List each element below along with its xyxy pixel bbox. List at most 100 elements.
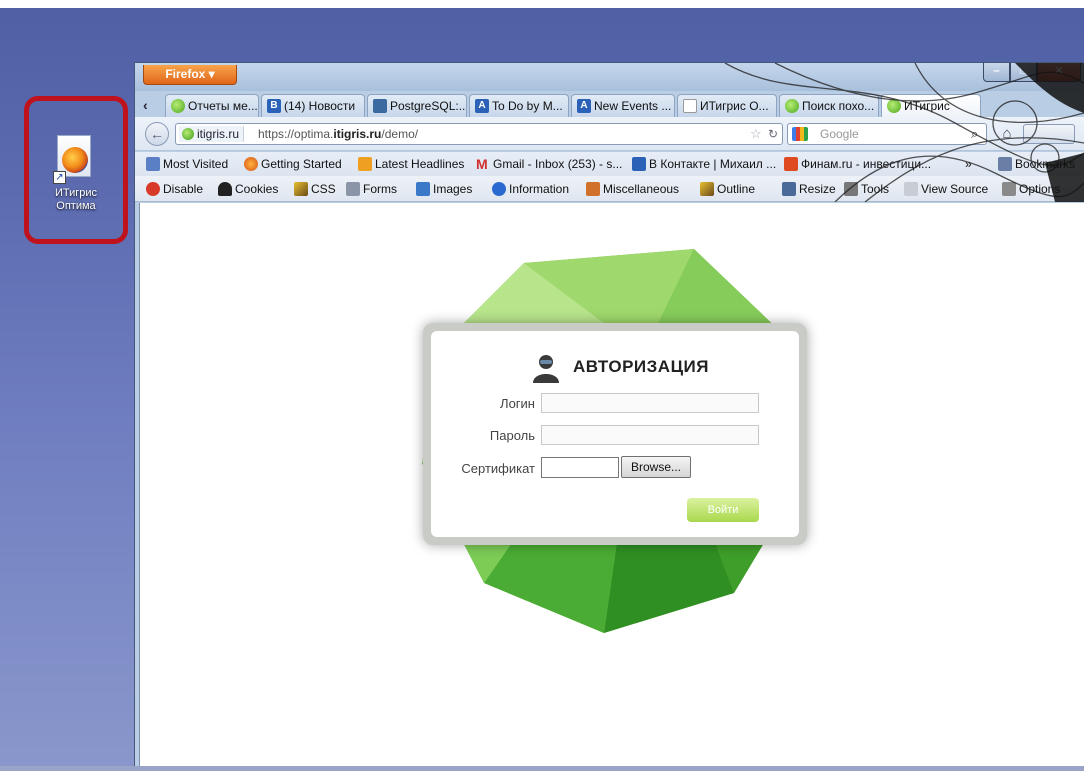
disable-icon — [146, 182, 160, 196]
address-bar[interactable]: itigris.ru https://optima.itigris.ru/dem… — [175, 123, 783, 145]
bookmark-label: Most Visited — [163, 157, 229, 171]
tab-itigris-optima[interactable]: ИТигрис О... — [677, 94, 777, 117]
page-content: АВТОРИЗАЦИЯ Логин Пароль Сертификат Brow… — [139, 203, 1084, 769]
page-icon — [904, 182, 918, 196]
dev-css[interactable]: CSS — [293, 176, 336, 202]
dev-disable[interactable]: Disable — [145, 176, 203, 202]
dev-label: Images — [433, 182, 473, 196]
dev-label: View Source — [921, 182, 989, 196]
resize-icon — [782, 182, 796, 196]
bookmark-most-visited[interactable]: Most Visited — [145, 152, 228, 176]
tab-label: To Do by M... — [492, 99, 563, 113]
dev-view-source[interactable]: View Source — [903, 176, 988, 202]
site-identity[interactable]: itigris.ru — [179, 126, 245, 142]
close-button[interactable]: ✕ — [1037, 63, 1081, 82]
password-input[interactable] — [541, 425, 759, 445]
tab-reports[interactable]: Отчеты ме... — [165, 94, 259, 117]
tab-label: Отчеты ме... — [188, 99, 258, 113]
search-bar[interactable]: Google ⌕ — [787, 123, 987, 145]
shortcut-arrow-icon: ↗ — [53, 171, 66, 184]
tab-label: ИТигрис — [904, 99, 950, 113]
tab-search[interactable]: Поиск похо... — [779, 94, 879, 117]
bookmark-label: В Контакте | Михаил ... — [649, 157, 777, 171]
browse-button[interactable]: Browse... — [621, 456, 691, 478]
url-suffix: /demo/ — [381, 127, 419, 141]
info-icon — [492, 182, 506, 196]
bookmark-label: Bookmarks — [1015, 157, 1076, 171]
bookmark-latest-headlines[interactable]: Latest Headlines — [357, 152, 464, 176]
password-label: Пароль — [489, 428, 535, 443]
screen-bottom-edge — [0, 766, 1084, 771]
tab-itigris-active[interactable]: ИТигрис — [881, 94, 981, 117]
home-icon[interactable]: ⌂ — [997, 125, 1017, 143]
dev-label: Options — [1019, 182, 1061, 196]
firefox-icon — [244, 157, 258, 171]
bookmark-label: Latest Headlines — [375, 157, 465, 171]
dev-label: Miscellaneous — [603, 182, 680, 196]
back-button[interactable]: ← — [145, 122, 169, 146]
search-icon[interactable]: ⌕ — [971, 124, 978, 144]
dev-label: Disable — [163, 182, 204, 196]
chevron-icon: » — [965, 157, 972, 171]
tab-label: Поиск похо... — [802, 99, 875, 113]
bookmarks-toolbar: Most Visited Getting Started Latest Head… — [135, 152, 1084, 176]
firefox-menu-button[interactable]: Firefox ▾ — [143, 65, 237, 85]
rss-icon — [358, 157, 372, 171]
certificate-label: Сертификат — [461, 461, 535, 476]
dev-outline[interactable]: Outline — [699, 176, 755, 202]
forms-icon — [346, 182, 360, 196]
dev-information[interactable]: Information — [491, 176, 569, 202]
dev-resize[interactable]: Resize — [781, 176, 836, 202]
dev-forms[interactable]: Forms — [345, 176, 397, 202]
search-placeholder: Google — [820, 127, 859, 141]
tab-new-events[interactable]: A New Events ... — [571, 94, 675, 117]
green-globe-icon — [785, 99, 799, 113]
bookmark-gmail[interactable]: M Gmail - Inbox (253) - s... — [475, 152, 622, 176]
bookmark-finam[interactable]: Финам.ru - инвестици... — [783, 152, 931, 176]
bookmarks-menu-button[interactable]: Bookmarks — [997, 152, 1075, 176]
extra-toolbar-button[interactable] — [1023, 124, 1075, 144]
tab-vk-news[interactable]: B (14) Новости — [261, 94, 365, 117]
green-globe-icon — [887, 99, 901, 113]
bookmark-getting-started[interactable]: Getting Started — [243, 152, 342, 176]
bookmark-vkontakte[interactable]: В Контакте | Михаил ... — [631, 152, 776, 176]
certificate-file-input[interactable] — [541, 457, 619, 478]
dev-label: Tools — [861, 182, 890, 196]
tab-todo[interactable]: A To Do by M... — [469, 94, 569, 117]
dev-label: Resize — [799, 182, 836, 196]
blank-page-icon — [683, 99, 697, 113]
dev-miscellaneous[interactable]: Miscellaneous — [585, 176, 679, 202]
tab-label: New Events ... — [594, 99, 672, 113]
url-text: https://optima.itigris.ru/demo/ — [258, 124, 418, 144]
reload-icon[interactable]: ↻ — [768, 124, 778, 144]
desktop-shortcut-highlight[interactable]: ↗ ИТигрис Оптима — [24, 96, 128, 244]
login-title: АВТОРИЗАЦИЯ — [573, 357, 709, 376]
navigation-bar: ← itigris.ru https://optima.itigris.ru/d… — [135, 117, 1084, 151]
dev-images[interactable]: Images — [415, 176, 472, 202]
login-submit-button[interactable]: Войти — [687, 498, 759, 522]
bookmarks-overflow-chevron[interactable]: » — [965, 152, 972, 176]
url-prefix: https://optima. — [258, 127, 334, 141]
tab-scroll-left-icon[interactable]: ‹ — [143, 95, 157, 115]
user-silhouette-icon — [533, 355, 559, 383]
globe-icon — [182, 128, 194, 140]
dev-tools[interactable]: Tools — [843, 176, 889, 202]
google-icon[interactable] — [792, 127, 808, 141]
tab-postgresql[interactable]: PostgreSQL:... — [367, 94, 467, 117]
dev-label: Cookies — [235, 182, 279, 196]
bookmarks-icon — [998, 157, 1012, 171]
minimize-button[interactable]: – — [983, 63, 1010, 82]
toolbox-icon — [586, 182, 600, 196]
user-icon — [218, 182, 232, 196]
tools-icon — [844, 182, 858, 196]
url-domain: itigris.ru — [333, 127, 382, 141]
login-input[interactable] — [541, 393, 759, 413]
bookmark-label: Gmail - Inbox (253) - s... — [493, 157, 623, 171]
bookmark-star-icon[interactable]: ☆ — [750, 124, 762, 144]
dev-cookies[interactable]: Cookies — [217, 176, 278, 202]
maximize-button[interactable]: □ — [1010, 63, 1037, 82]
dev-options[interactable]: Options — [1001, 176, 1060, 202]
folder-icon — [146, 157, 160, 171]
vk-icon — [632, 157, 646, 171]
a-icon: A — [475, 99, 489, 113]
